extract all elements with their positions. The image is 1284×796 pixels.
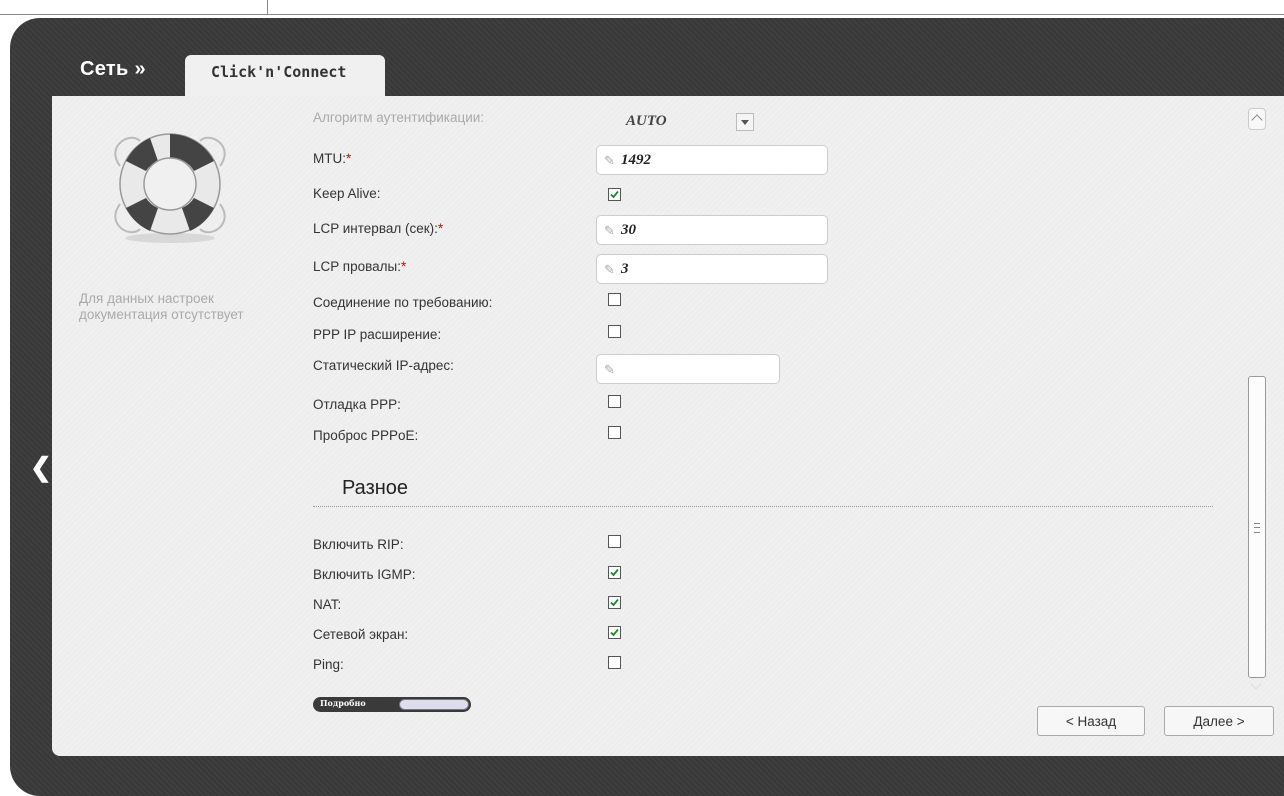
details-toggle[interactable]: Подробно — [313, 694, 473, 714]
chevron-left-icon[interactable]: ❮ — [30, 454, 52, 480]
nat-checkbox[interactable] — [608, 596, 621, 609]
section-divider — [313, 506, 1213, 507]
ppp-debug-label: Отладка PPP: — [313, 397, 401, 412]
pencil-icon: ✎ — [604, 362, 615, 377]
auth-algo-label: Алгоритм аутентификации: — [313, 110, 485, 125]
chevron-down-icon[interactable] — [736, 113, 754, 131]
keep-alive-label: Keep Alive: — [313, 186, 381, 201]
ppp-debug-checkbox[interactable] — [608, 395, 621, 408]
igmp-checkbox[interactable] — [608, 566, 621, 579]
lcp-failures-label: LCP провалы:* — [313, 259, 407, 274]
firewall-checkbox[interactable] — [608, 626, 621, 639]
igmp-label: Включить IGMP: — [313, 567, 416, 582]
check-icon — [610, 628, 619, 637]
lcp-interval-value: 30 — [621, 222, 636, 238]
required-mark: * — [437, 221, 444, 236]
auth-algo-value: AUTO — [626, 113, 667, 129]
auth-algo-select[interactable]: AUTO — [596, 110, 756, 134]
firewall-label: Сетевой экран: — [313, 627, 409, 642]
scroll-down-icon[interactable] — [1250, 678, 1262, 690]
on-demand-checkbox[interactable] — [608, 293, 621, 306]
pppoe-pass-checkbox[interactable] — [608, 426, 621, 439]
ping-label: Ping: — [313, 657, 344, 672]
keep-alive-checkbox[interactable] — [608, 188, 621, 201]
mtu-value: 1492 — [621, 152, 651, 168]
page-title: Сеть » — [80, 58, 146, 80]
lcp-interval-label: LCP интервал (сек):* — [313, 221, 444, 236]
check-icon — [610, 568, 619, 577]
details-toggle-track — [399, 699, 469, 710]
scrollbar[interactable] — [1248, 108, 1266, 693]
check-icon — [610, 190, 619, 199]
mtu-label: MTU:* — [313, 151, 352, 166]
mtu-field[interactable]: ✎ 1492 — [596, 145, 828, 175]
nat-label: NAT: — [313, 597, 342, 612]
ping-checkbox[interactable] — [608, 656, 621, 669]
pencil-icon: ✎ — [604, 262, 615, 277]
ppp-ip-ext-checkbox[interactable] — [608, 325, 621, 338]
lcp-failures-value: 3 — [621, 261, 629, 277]
scroll-up-icon[interactable] — [1248, 108, 1266, 130]
on-demand-label: Соединение по требованию: — [313, 295, 493, 310]
static-ip-field[interactable]: ✎ — [596, 354, 780, 384]
rip-label: Включить RIP: — [313, 537, 404, 552]
section-title-misc: Разное — [342, 477, 409, 499]
help-text: Для данных настроек документация отсутст… — [79, 291, 244, 322]
scrollbar-thumb[interactable] — [1248, 376, 1266, 678]
back-button[interactable]: < Назад — [1037, 706, 1145, 736]
pencil-icon: ✎ — [604, 223, 615, 238]
grip-icon — [1254, 523, 1260, 533]
content-panel: Для данных настроек документация отсутст… — [52, 96, 1284, 756]
next-button[interactable]: Далее > — [1164, 706, 1274, 736]
browser-top-strip — [0, 0, 1284, 15]
static-ip-label: Статический IP-адрес: — [313, 358, 454, 373]
rip-checkbox[interactable] — [608, 535, 621, 548]
pencil-icon: ✎ — [604, 153, 615, 168]
ppp-ip-ext-label: PPP IP расширение: — [313, 327, 442, 342]
lcp-failures-field[interactable]: ✎ 3 — [596, 254, 828, 284]
pppoe-pass-label: Проброс PPPoE: — [313, 428, 419, 443]
top-strip-divider — [267, 0, 268, 14]
details-toggle-label: Подробно — [320, 698, 366, 708]
check-icon — [610, 598, 619, 607]
required-mark: * — [400, 259, 407, 274]
required-mark: * — [346, 151, 352, 166]
lcp-interval-field[interactable]: ✎ 30 — [596, 215, 828, 245]
lifebuoy-icon — [114, 133, 226, 243]
